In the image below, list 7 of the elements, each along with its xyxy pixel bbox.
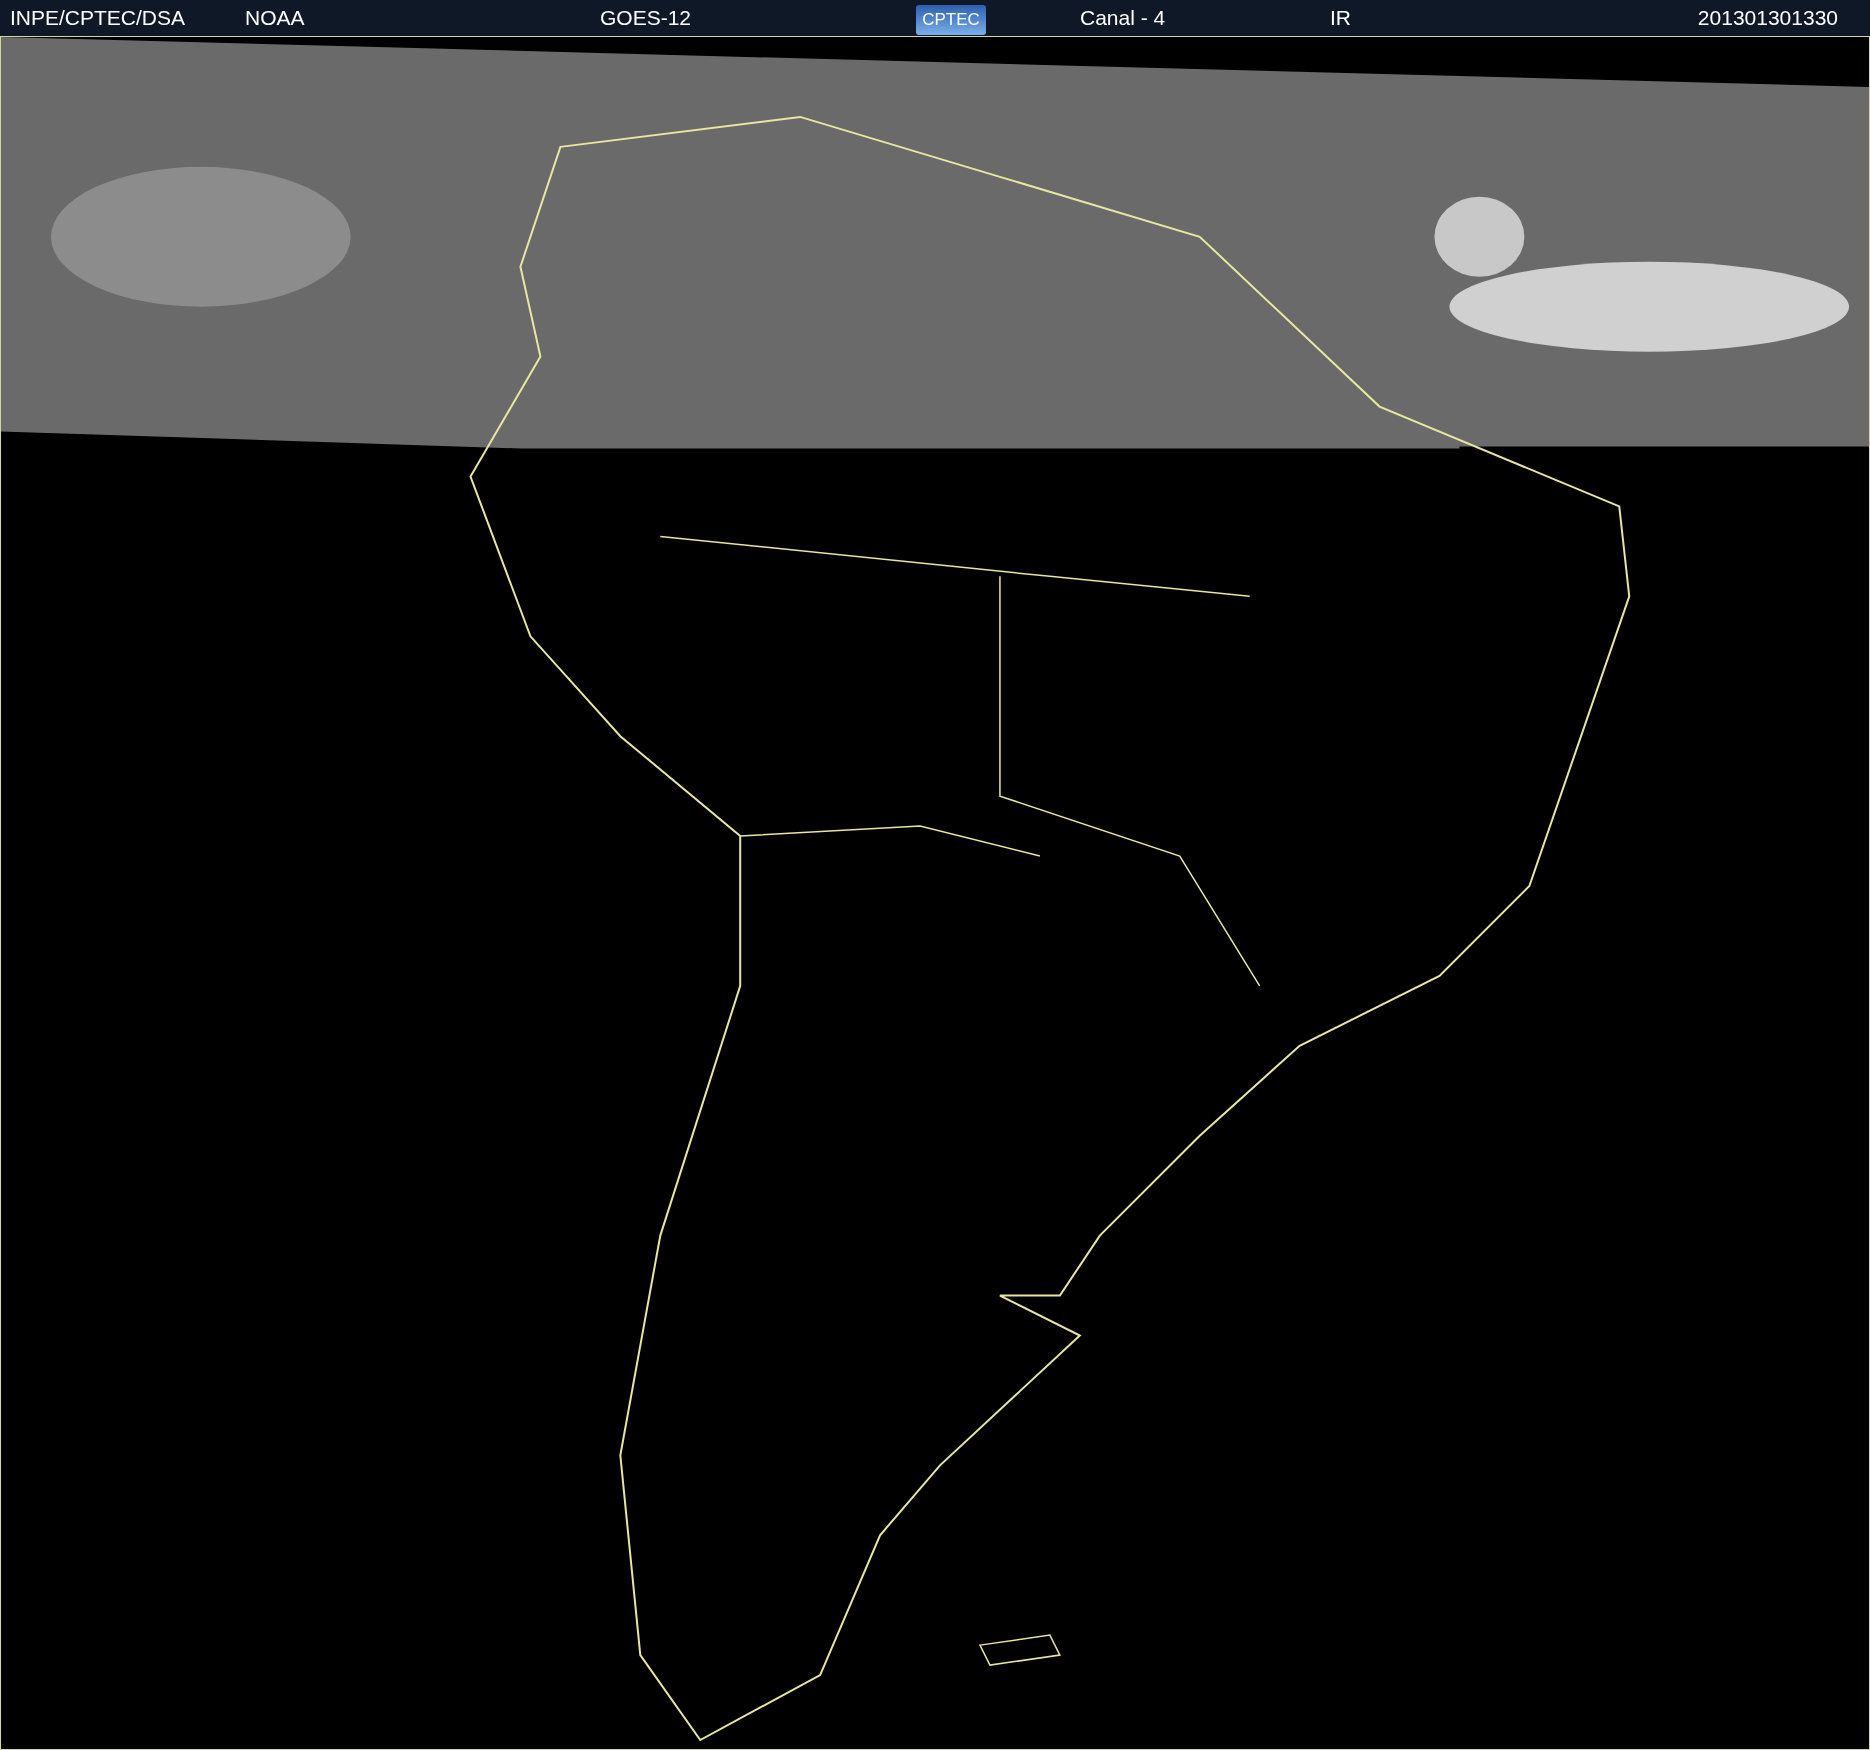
band-label: IR xyxy=(1330,5,1352,32)
timestamp: 201301301330 xyxy=(1697,5,1838,32)
header-label: NOAA xyxy=(245,5,306,32)
logo: CPTEC xyxy=(916,4,986,35)
header-label: INPE/CPTEC/DSA xyxy=(10,5,187,32)
header-label: GOES-12 xyxy=(600,5,693,32)
channel-label: Canal - 4 xyxy=(1080,5,1167,32)
